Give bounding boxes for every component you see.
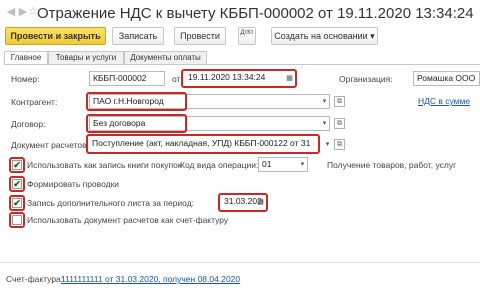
additional-sheet-date-highlight bbox=[218, 193, 268, 212]
additional-sheet-checkbox-highlight bbox=[9, 195, 25, 211]
post-and-close-button[interactable]: Провести и закрыть bbox=[5, 27, 106, 45]
dt-kt-button[interactable]: ДтКт bbox=[238, 27, 256, 45]
use-as-invoice-highlight bbox=[9, 212, 25, 228]
use-in-purchase-book-label: Использовать как запись книги покупок bbox=[27, 160, 182, 170]
invoice-link[interactable]: 1111111111 от 31.03.2020, получен 08.04.… bbox=[61, 274, 240, 284]
back-icon[interactable]: ◀ bbox=[5, 6, 17, 18]
save-button[interactable]: Записать bbox=[112, 27, 164, 45]
footer-divider bbox=[0, 262, 480, 263]
settlement-doc-dropdown-icon[interactable]: ▾ bbox=[322, 137, 333, 152]
op-code-label: Код вида операции: bbox=[180, 160, 259, 170]
op-code-dropdown-icon[interactable]: ▾ bbox=[297, 157, 308, 172]
contract-dropdown-icon[interactable]: ▾ bbox=[319, 116, 330, 131]
page-title: Отражение НДС к вычету КББП-000002 от 19… bbox=[37, 5, 474, 22]
counterparty-open-icon[interactable]: ⧉ bbox=[334, 96, 345, 107]
form-entries-label: Формировать проводки bbox=[27, 179, 120, 189]
tab-goods-services[interactable]: Товары и услуги bbox=[48, 51, 124, 64]
chevron-down-icon: ▾ bbox=[370, 31, 375, 41]
additional-sheet-label: Запись дополнительного листа за период: bbox=[27, 198, 195, 208]
use-as-invoice-label: Использовать документ расчетов как счет-… bbox=[27, 215, 229, 225]
settlement-doc-open-icon[interactable]: ⧉ bbox=[334, 139, 345, 150]
date-highlight bbox=[181, 69, 297, 88]
organization-label: Организация: bbox=[339, 74, 393, 84]
tab-main[interactable]: Главное bbox=[4, 51, 48, 65]
counterparty-dropdown-icon[interactable]: ▾ bbox=[319, 94, 330, 109]
number-field[interactable]: КББП-000002 bbox=[89, 71, 165, 86]
counterparty-highlight bbox=[86, 92, 187, 111]
organization-field[interactable]: Ромашка ООО bbox=[413, 71, 480, 86]
tab-divider bbox=[4, 64, 480, 65]
settlement-doc-label: Документ расчетов: bbox=[11, 140, 89, 150]
contract-highlight bbox=[86, 114, 187, 133]
op-code-description: Получение товаров, работ, услуг bbox=[327, 160, 457, 170]
settlement-doc-highlight bbox=[86, 134, 320, 154]
form-entries-highlight bbox=[9, 176, 25, 192]
vat-amount-link[interactable]: НДС в сумме bbox=[418, 96, 470, 106]
invoice-label: Счет-фактура: bbox=[6, 274, 64, 284]
number-label: Номер: bbox=[11, 74, 40, 84]
contract-label: Договор: bbox=[11, 119, 46, 129]
post-button[interactable]: Провести bbox=[174, 27, 226, 45]
tab-payment-documents[interactable]: Документы оплаты bbox=[124, 51, 207, 64]
create-based-on-label: Создать на основании bbox=[274, 31, 368, 41]
contract-open-icon[interactable]: ⧉ bbox=[334, 118, 345, 129]
counterparty-label: Контрагент: bbox=[11, 97, 58, 107]
create-based-on-button[interactable]: Создать на основании ▾ bbox=[271, 27, 378, 45]
use-in-purchase-book-highlight bbox=[9, 157, 25, 173]
dt-kt-icon: ДтКт bbox=[240, 30, 254, 36]
